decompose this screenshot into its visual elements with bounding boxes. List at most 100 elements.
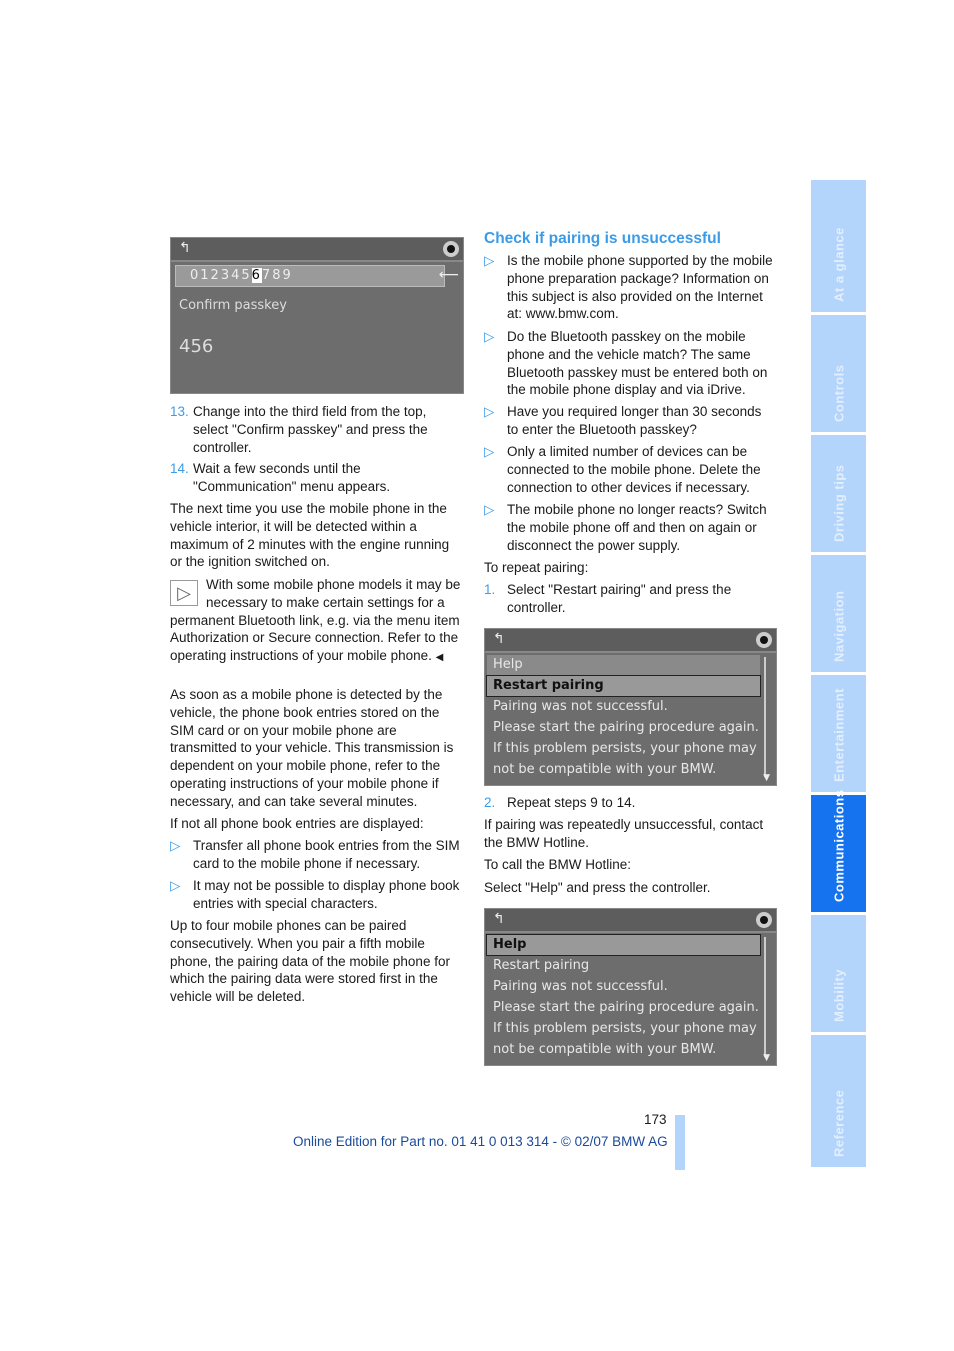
tab-label: Navigation xyxy=(831,590,846,662)
step-number: 14. xyxy=(170,461,189,476)
back-icon: ↰ xyxy=(493,631,505,647)
page-marker-bar xyxy=(675,1115,685,1170)
bullet-icon: ▷ xyxy=(484,404,495,419)
bullet-icon: ▷ xyxy=(170,838,181,853)
tab-label: Driving tips xyxy=(831,464,846,542)
tab-label: At a glance xyxy=(831,227,846,302)
screen-header: ↰ xyxy=(485,909,776,933)
tab-reference[interactable]: Reference xyxy=(811,1035,866,1167)
menu-item[interactable]: Help xyxy=(486,934,761,956)
bullet-item: ▷ Only a limited number of devices can b… xyxy=(484,443,776,497)
bullet-text: It may not be possible to display phone … xyxy=(193,878,460,911)
bullet-icon: ▷ xyxy=(170,878,181,893)
bullet-text: The mobile phone no longer reacts? Switc… xyxy=(507,502,767,553)
tab-navigation[interactable]: Navigation xyxy=(811,555,866,672)
note-text: With some mobile phone models it may be … xyxy=(170,577,461,664)
message-line: Please start the pairing procedure again… xyxy=(493,1000,759,1015)
tab-label: Communications xyxy=(831,789,846,902)
message-line: If this problem persists, your phone may xyxy=(493,741,757,756)
step-text: Repeat steps 9 to 14. xyxy=(507,795,636,810)
edition-footer: Online Edition for Part no. 01 41 0 013 … xyxy=(293,1134,668,1149)
bullet-item: ▷ Is the mobile phone supported by the m… xyxy=(484,252,776,324)
scrollbar[interactable] xyxy=(764,657,766,777)
step-14: 14. Wait a few seconds until the "Commun… xyxy=(170,460,463,496)
bullet-icon: ▷ xyxy=(484,253,495,268)
page-number: 173 xyxy=(644,1112,667,1127)
note: ▷ With some mobile phone models it may b… xyxy=(170,576,463,667)
paragraph: The next time you use the mobile phone i… xyxy=(170,501,450,570)
step-2: 2. Repeat steps 9 to 14. xyxy=(484,794,776,812)
controller-icon xyxy=(756,632,772,648)
bullet-text: Is the mobile phone supported by the mob… xyxy=(507,253,773,322)
bullet-icon: ▷ xyxy=(484,502,495,517)
message-line: not be compatible with your BMW. xyxy=(493,1042,717,1057)
end-mark-icon: ◀ xyxy=(435,652,444,664)
screen-label: Confirm passkey xyxy=(179,298,287,313)
tab-label: Entertainment xyxy=(831,688,846,782)
tab-entertainment[interactable]: Entertainment xyxy=(811,675,866,792)
tab-at-a-glance[interactable]: At a glance xyxy=(811,180,866,312)
back-icon: ↰ xyxy=(179,240,191,256)
bullet-text: Only a limited number of devices can be … xyxy=(507,444,761,495)
tab-label: Reference xyxy=(831,1089,846,1157)
bullet-text: Transfer all phone book entries from the… xyxy=(193,838,460,871)
bullet-item: ▷ The mobile phone no longer reacts? Swi… xyxy=(484,501,776,555)
restart-pairing-screen: ↰ Help Restart pairing Pairing was not suc… xyxy=(484,628,777,786)
step-number: 13. xyxy=(170,404,189,419)
message-line: Pairing was not successful. xyxy=(493,699,668,714)
tab-label: Controls xyxy=(831,364,846,422)
paragraph: To call the BMW Hotline: xyxy=(484,857,632,872)
note-icon: ▷ xyxy=(170,580,198,606)
step-number: 1. xyxy=(484,582,496,597)
paragraph: Up to four mobile phones can be paired c… xyxy=(170,918,450,1005)
section-heading: Check if pairing is unsuccessful xyxy=(484,230,721,247)
scroll-down-icon[interactable]: ▼ xyxy=(763,1053,770,1063)
step-text: Select "Restart pairing" and press the c… xyxy=(507,582,732,615)
bullet-item: ▷ Transfer all phone book entries from t… xyxy=(170,837,463,873)
selected-digit: 6 xyxy=(251,268,262,283)
screen-header: ↰ xyxy=(485,629,776,653)
step-13: 13. Change into the third field from the… xyxy=(170,403,463,457)
back-icon: ↰ xyxy=(493,911,505,927)
menu-item[interactable]: Restart pairing xyxy=(487,956,760,976)
tab-label: Mobility xyxy=(831,968,846,1022)
step-1: 1. Select "Restart pairing" and press th… xyxy=(484,581,776,617)
step-text: Change into the third field from the top… xyxy=(193,404,428,455)
manual-page: ↰ 0123456789 ⟵ Confirm passkey 456 13. C… xyxy=(0,0,954,1351)
menu-item[interactable]: Help xyxy=(487,655,760,675)
paragraph: To repeat pairing: xyxy=(484,560,589,575)
step-text: Wait a few seconds until the "Communicat… xyxy=(193,461,391,494)
tab-driving-tips[interactable]: Driving tips xyxy=(811,435,866,552)
menu-item[interactable]: Restart pairing xyxy=(486,675,761,697)
message-line: not be compatible with your BMW. xyxy=(493,762,717,777)
screen-header: ↰ xyxy=(171,238,463,262)
digits: 789 xyxy=(261,268,293,283)
digits: 012345 xyxy=(190,268,252,283)
bullet-icon: ▷ xyxy=(484,329,495,344)
bullet-item: ▷ It may not be possible to display phon… xyxy=(170,877,463,913)
scrollbar[interactable] xyxy=(764,937,766,1057)
paragraph: Select "Help" and press the controller. xyxy=(484,880,711,895)
controller-icon xyxy=(443,241,459,257)
tab-controls[interactable]: Controls xyxy=(811,315,866,432)
message-line: Please start the pairing procedure again… xyxy=(493,720,759,735)
passkey-value: 456 xyxy=(179,336,214,357)
paragraph: If pairing was repeatedly unsuccessful, … xyxy=(484,817,764,850)
bullet-item: ▷ Have you required longer than 30 secon… xyxy=(484,403,776,439)
enter-icon: ⟵ xyxy=(438,267,459,283)
tab-communications[interactable]: Communications xyxy=(811,790,866,912)
scroll-down-icon[interactable]: ▼ xyxy=(763,773,770,783)
digit-field: 0123456789 xyxy=(175,265,445,287)
bullet-text: Do the Bluetooth passkey on the mobile p… xyxy=(507,329,768,398)
paragraph: As soon as a mobile phone is detected by… xyxy=(170,687,454,809)
paragraph: If not all phone book entries are displa… xyxy=(170,816,424,831)
message-line: Pairing was not successful. xyxy=(493,979,668,994)
step-number: 2. xyxy=(484,795,496,810)
bullet-item: ▷ Do the Bluetooth passkey on the mobile… xyxy=(484,328,776,400)
tab-mobility[interactable]: Mobility xyxy=(811,915,866,1032)
help-screen: ↰ Help Restart pairing Pairing was not suc… xyxy=(484,908,777,1066)
passkey-screen: ↰ 0123456789 ⟵ Confirm passkey 456 xyxy=(170,237,464,394)
message-line: If this problem persists, your phone may xyxy=(493,1021,757,1036)
bullet-text: Have you required longer than 30 seconds… xyxy=(507,404,762,437)
controller-icon xyxy=(756,912,772,928)
